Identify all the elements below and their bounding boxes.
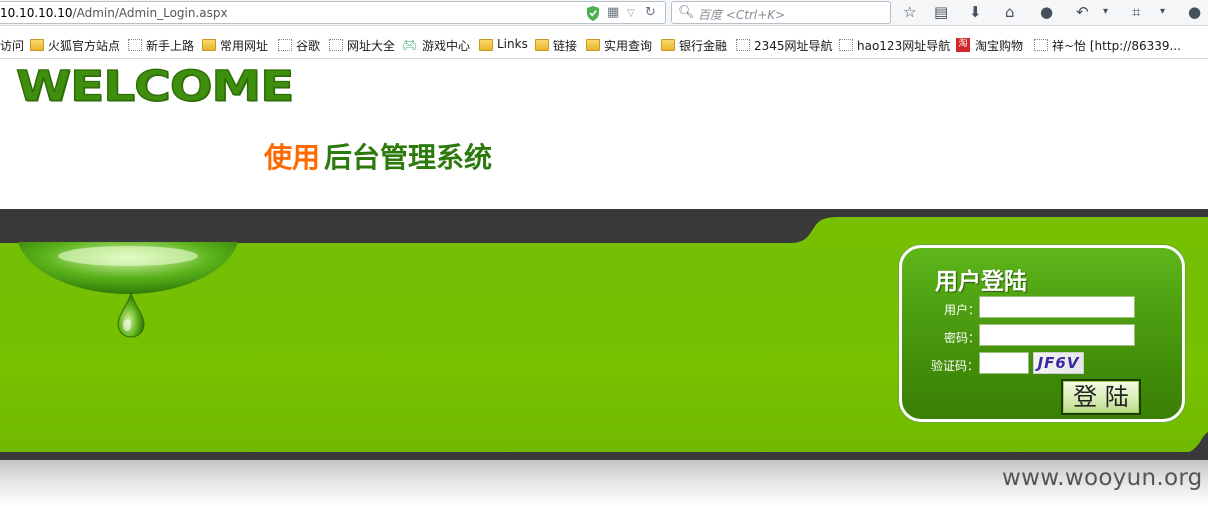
shield-icon[interactable] (586, 6, 600, 21)
page-icon (1034, 39, 1048, 51)
water-drop-small-icon (117, 292, 145, 338)
bookmark-item[interactable]: 常用网址 (220, 37, 268, 54)
chevron-down-icon[interactable]: ▽ (627, 6, 635, 22)
bookmark-item[interactable]: 火狐官方站点 (48, 37, 120, 54)
bottom-band (0, 452, 1208, 460)
qr-code-icon[interactable]: ▦ (607, 5, 619, 21)
captcha-label: 验证码： (931, 359, 980, 373)
page-icon (329, 39, 343, 51)
login-button[interactable]: 登 陆 (1061, 379, 1141, 415)
password-label: 密码： (944, 331, 981, 345)
watermark: www.wooyun.org (1002, 465, 1203, 491)
bookmark-item[interactable]: hao123网址导航 (857, 37, 950, 54)
bookmark-item[interactable]: 淘宝购物 (975, 37, 1023, 54)
reading-list-icon[interactable]: ▤ (934, 3, 948, 21)
bookmark-item[interactable]: 2345网址导航 (754, 37, 833, 54)
chat-icon[interactable]: ● (1040, 3, 1053, 21)
captcha-input[interactable] (979, 352, 1029, 374)
header-system-title: 后台管理系统 (324, 141, 493, 174)
header-use-text: 使用 (264, 141, 321, 174)
login-panel: 用户登陆 用户： 密码： 验证码： JF6V 登 陆 (899, 245, 1185, 422)
undo-dropdown-icon[interactable]: ▾ (1103, 3, 1108, 21)
browser-navbar: 10.10.10.10/Admin/Admin_Login.aspx ▦ ▽ ↻… (0, 0, 1208, 26)
crop-icon[interactable]: ⌗ (1132, 3, 1140, 21)
bookmark-item[interactable]: 谷歌 (296, 37, 320, 54)
bookmarks-bar: 访问 火狐官方站点 新手上路 常用网址 谷歌 网址大全 🎮︎ 游戏中心 Link… (0, 26, 1208, 59)
undo-icon[interactable]: ↶ (1076, 3, 1089, 21)
welcome-logo: WELCOME (15, 61, 295, 111)
water-drop-big-icon (18, 242, 238, 294)
url-host: 10.10.10.10 (0, 6, 73, 20)
bookmark-item[interactable]: 祥~怡 [http://86339... (1052, 37, 1181, 54)
folder-icon (30, 39, 44, 51)
taobao-icon: 淘 (956, 38, 970, 52)
bookmark-item[interactable]: 访问 (0, 37, 24, 54)
folder-icon (535, 39, 549, 51)
game-icon: 🎮︎ (402, 38, 418, 52)
bookmark-item[interactable]: 实用查询 (604, 37, 652, 54)
captcha-image[interactable]: JF6V (1033, 352, 1084, 374)
bookmark-star-icon[interactable]: ☆ (903, 3, 916, 21)
folder-icon (661, 39, 675, 51)
menu-dropdown-icon[interactable]: ▾ (1160, 3, 1165, 21)
folder-icon (479, 39, 493, 51)
search-icon: 🔍︎ (678, 5, 695, 20)
page-icon (128, 39, 142, 51)
bookmark-item[interactable]: 银行金融 (679, 37, 727, 54)
username-label: 用户： (944, 303, 981, 317)
page-icon (839, 39, 853, 51)
message-icon[interactable]: ● (1188, 3, 1201, 21)
login-title: 用户登陆 (935, 269, 1027, 295)
bookmark-item[interactable]: 游戏中心 (422, 37, 470, 54)
url-bar[interactable]: 10.10.10.10/Admin/Admin_Login.aspx ▦ ▽ ↻ (0, 1, 666, 24)
bookmark-item[interactable]: 链接 (553, 37, 577, 54)
url-text: 10.10.10.10/Admin/Admin_Login.aspx (0, 6, 228, 20)
home-icon[interactable]: ⌂ (1005, 3, 1015, 21)
search-input[interactable]: 🔍︎ 百度 <Ctrl+K> (671, 1, 891, 24)
page-icon (278, 39, 292, 51)
folder-icon (586, 39, 600, 51)
bottom-right-curve (1180, 432, 1208, 454)
bookmark-item[interactable]: 新手上路 (146, 37, 194, 54)
search-placeholder: 百度 <Ctrl+K> (698, 8, 786, 22)
password-input[interactable] (979, 324, 1135, 346)
url-path: /Admin/Admin_Login.aspx (72, 6, 228, 20)
reload-icon[interactable]: ↻ (645, 5, 656, 21)
download-icon[interactable]: ⬇ (969, 3, 982, 21)
username-input[interactable] (979, 296, 1135, 318)
bookmark-item[interactable]: 网址大全 (347, 37, 395, 54)
page-icon (736, 39, 750, 51)
bookmark-item[interactable]: Links (497, 37, 528, 51)
folder-icon (202, 39, 216, 51)
